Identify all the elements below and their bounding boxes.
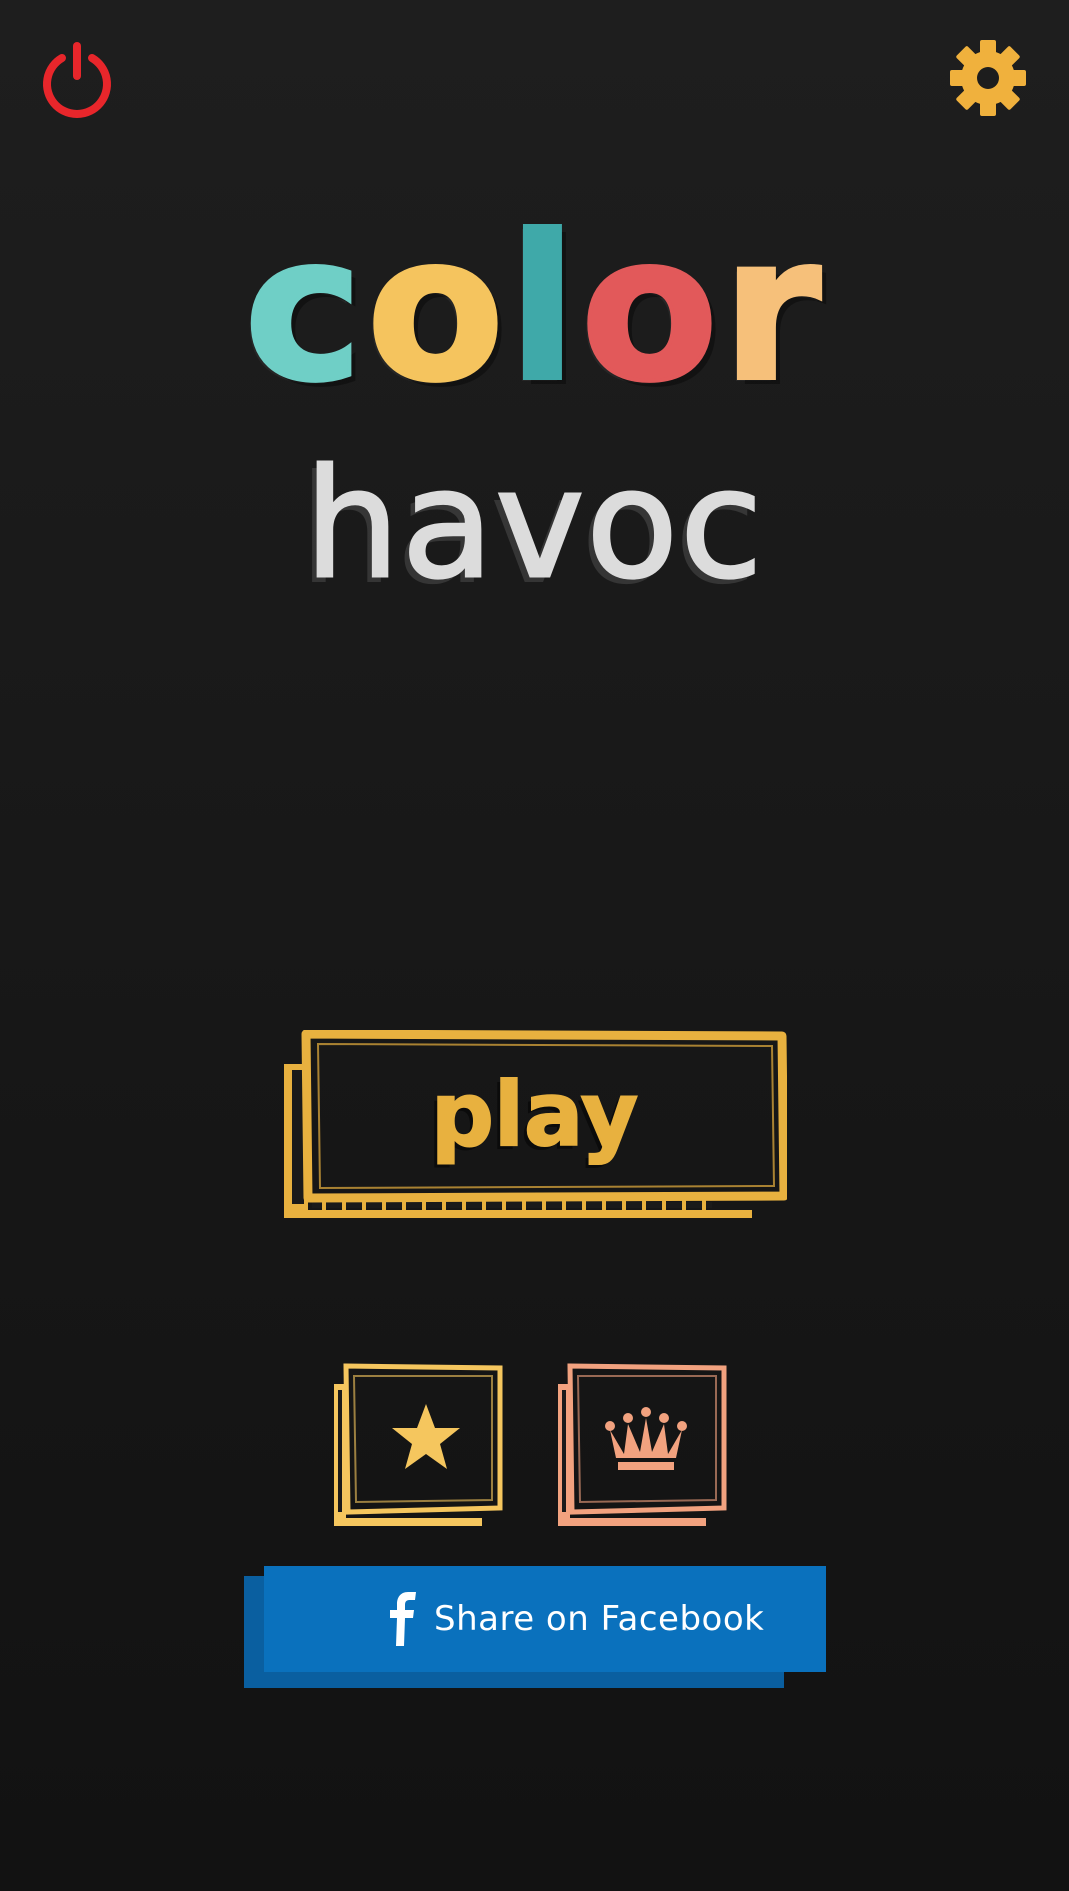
- title-letter-o2: o: [579, 193, 723, 426]
- title-letter-c: c: [242, 193, 367, 426]
- facebook-icon: [390, 1592, 416, 1646]
- facebook-label: Share on Facebook: [434, 1599, 765, 1639]
- play-button[interactable]: play: [282, 1030, 787, 1220]
- title-letter-r: r: [720, 193, 825, 426]
- title-letter-l: l: [506, 193, 581, 426]
- crown-icon: [605, 1407, 687, 1470]
- power-button[interactable]: [38, 40, 116, 118]
- facebook-button-face: Share on Facebook: [264, 1566, 826, 1672]
- title-letter-o: o: [365, 193, 509, 426]
- game-title-color: color: [0, 193, 1069, 426]
- favorites-button[interactable]: [332, 1362, 504, 1528]
- star-icon: [392, 1404, 460, 1469]
- play-label: play: [430, 1062, 639, 1167]
- leaderboard-button[interactable]: [556, 1362, 728, 1528]
- game-title-havoc: havoc: [303, 438, 765, 612]
- gear-icon: [950, 40, 1026, 116]
- share-facebook-button[interactable]: Share on Facebook: [244, 1566, 828, 1688]
- settings-button[interactable]: [948, 38, 1028, 118]
- power-icon: [43, 42, 111, 118]
